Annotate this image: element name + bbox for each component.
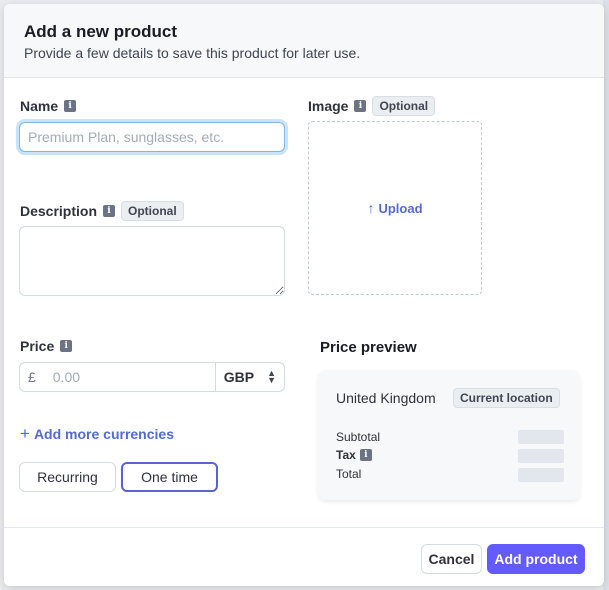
- plus-icon: +: [20, 424, 30, 443]
- add-product-button[interactable]: Add product: [487, 544, 585, 574]
- cancel-button[interactable]: Cancel: [421, 544, 482, 574]
- add-product-modal: Add a new product Provide a few details …: [4, 4, 604, 586]
- name-label: Name: [20, 98, 59, 114]
- price-field: £ GBP ▲ ▼: [19, 362, 285, 392]
- upload-arrow-icon: ↑: [367, 200, 375, 216]
- recurring-toggle-button[interactable]: Recurring: [19, 462, 116, 492]
- preview-country: United Kingdom: [336, 390, 436, 406]
- tax-placeholder: [518, 449, 564, 463]
- price-label: Price: [20, 338, 55, 354]
- image-upload-dropzone[interactable]: ↑ Upload: [308, 121, 482, 295]
- name-input[interactable]: [19, 122, 285, 152]
- info-icon[interactable]: i: [359, 449, 372, 461]
- info-icon[interactable]: i: [354, 100, 367, 112]
- price-preview-card: United Kingdom Current location Subtotal…: [318, 370, 580, 500]
- optional-badge: Optional: [121, 201, 184, 221]
- info-icon[interactable]: i: [60, 340, 73, 352]
- subtotal-label: Subtotal: [336, 430, 381, 444]
- upload-label: Upload: [378, 200, 423, 216]
- modal-subtitle: Provide a few details to save this produ…: [24, 45, 361, 61]
- info-icon[interactable]: i: [103, 205, 116, 217]
- tax-label: Tax: [336, 448, 356, 462]
- image-label-row: Image i Optional: [308, 96, 436, 116]
- sort-down-icon: ▼: [267, 375, 276, 385]
- currency-symbol: £: [28, 369, 36, 385]
- price-preview-title: Price preview: [320, 339, 417, 356]
- modal-title: Add a new product: [24, 22, 177, 41]
- image-label: Image: [308, 98, 349, 114]
- description-textarea[interactable]: [19, 226, 285, 296]
- total-placeholder: [518, 468, 564, 482]
- modal-header: Add a new product Provide a few details …: [4, 4, 604, 78]
- tax-label-row: Tax i: [336, 448, 372, 462]
- total-label: Total: [336, 467, 362, 481]
- currency-value: GBP: [223, 369, 255, 385]
- name-label-row: Name i: [20, 98, 77, 114]
- add-more-currencies-link[interactable]: + Add more currencies: [20, 424, 174, 444]
- sort-icon: ▲ ▼: [267, 369, 276, 385]
- price-input[interactable]: [50, 368, 215, 386]
- description-label: Description: [20, 203, 98, 219]
- currency-select[interactable]: GBP ▲ ▼: [214, 363, 284, 391]
- description-label-row: Description i Optional: [20, 201, 184, 221]
- one-time-toggle-button[interactable]: One time: [121, 462, 218, 492]
- optional-badge: Optional: [372, 96, 436, 116]
- info-icon[interactable]: i: [64, 100, 77, 112]
- subtotal-placeholder: [518, 430, 564, 444]
- current-location-badge: Current location: [453, 388, 560, 408]
- modal-footer: Cancel Add product: [4, 527, 604, 586]
- add-more-currencies-label: Add more currencies: [33, 426, 174, 442]
- price-label-row: Price i: [20, 338, 73, 354]
